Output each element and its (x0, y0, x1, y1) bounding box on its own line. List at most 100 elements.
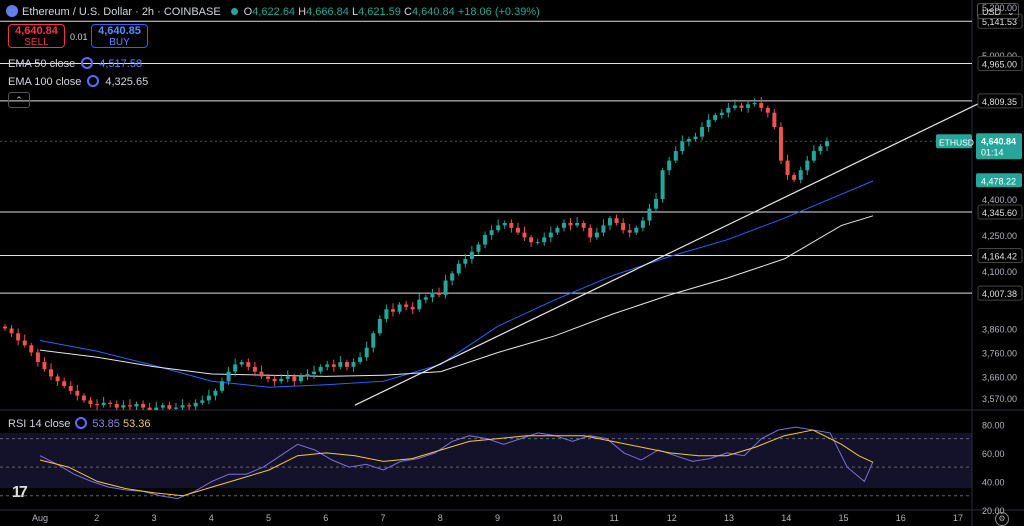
candle-body (390, 309, 395, 312)
countdown-label: 01:14 (981, 147, 1004, 157)
time-tick-label: 3 (152, 513, 157, 523)
candle-body (358, 357, 363, 363)
candle-body (640, 220, 645, 228)
buy-label: BUY (109, 37, 130, 48)
candle-body (22, 340, 27, 346)
candle-body (88, 400, 93, 405)
candle-body (292, 376, 297, 382)
ethereum-icon (6, 5, 18, 17)
candle-body (594, 232, 599, 238)
time-tick-label: 15 (839, 513, 849, 523)
candle-body (443, 280, 448, 295)
sell-button[interactable]: 4,640.84 SELL (8, 24, 65, 48)
spread-value: 0.01 (70, 32, 88, 42)
candle-body (805, 160, 810, 171)
candle-body (55, 376, 60, 382)
price-chart[interactable]: 5,200.005,000.004,400.004,250.004,100.00… (0, 0, 1024, 526)
price-tick-label: 4,400.00 (982, 195, 1017, 205)
candle-body (496, 225, 501, 231)
candle-body (463, 258, 468, 264)
market-open-icon (230, 8, 238, 15)
time-tick-label: 2 (94, 513, 99, 523)
candle-body (259, 371, 264, 377)
chevron-down-icon: ⌄ (1007, 7, 1015, 17)
candle-body (430, 292, 435, 298)
symbol-tag: ETHUSD (939, 137, 974, 147)
candle-body (719, 112, 724, 116)
collapse-legend-button[interactable]: ⌃ (8, 92, 30, 108)
candle-body (561, 222, 566, 228)
tradingview-logo-icon[interactable]: 17 (12, 484, 28, 502)
candle-body (588, 227, 593, 238)
rsi-value: 53.85 (92, 418, 120, 430)
candle-body (101, 402, 106, 406)
candle-body (397, 304, 402, 312)
candle-body (213, 390, 218, 396)
candle-body (121, 405, 126, 408)
buy-price: 4,640.85 (98, 25, 141, 37)
candle-body (752, 103, 757, 105)
settings-icon[interactable] (81, 57, 94, 69)
time-tick-label: 4 (209, 513, 214, 523)
settings-icon[interactable] (87, 75, 100, 87)
candle-body (739, 105, 744, 108)
candle-body (469, 251, 474, 259)
candle-body (818, 146, 823, 152)
rsi-header[interactable]: RSI 14 close 53.85 53.36 (8, 417, 151, 430)
candle-body (660, 170, 665, 200)
candle-body (811, 151, 816, 161)
candle-body (384, 309, 389, 319)
price-tick-label: 3,860.00 (982, 324, 1017, 334)
open-value: 4,622.64 (252, 6, 296, 18)
candle-body (548, 232, 553, 238)
rsi-tick-label: 40.00 (982, 477, 1005, 487)
candle-body (285, 376, 290, 379)
currency-select[interactable]: USD ⌄ (977, 3, 1019, 19)
candle-body (706, 119, 711, 128)
time-tick-label: 11 (610, 513, 619, 523)
time-tick-label: 8 (438, 513, 443, 523)
buy-button[interactable]: 4,640.85 BUY (91, 24, 148, 48)
candle-body (305, 374, 310, 377)
time-tick-label: 12 (667, 513, 677, 523)
gear-icon[interactable]: ⚙ (995, 512, 1009, 526)
indicator-ema100[interactable]: EMA 100 close 4,325.65 (8, 75, 148, 88)
price-tick-label: 4,100.00 (982, 267, 1017, 277)
candle-body (252, 366, 257, 372)
currency-label: USD (982, 7, 1002, 17)
candle-body (456, 263, 461, 274)
candle-body (667, 160, 672, 171)
candle-body (732, 105, 737, 108)
candle-body (568, 222, 573, 226)
settings-icon[interactable] (75, 417, 88, 429)
ema50-label: EMA 50 close (8, 58, 76, 70)
candle-body (364, 347, 369, 358)
candle-body (180, 405, 185, 408)
candle-body (325, 364, 330, 367)
indicator-ema50[interactable]: EMA 50 close 4,517.58 (8, 57, 142, 70)
candle-body (344, 362, 349, 367)
candle-body (351, 362, 356, 367)
candle-body (206, 395, 211, 401)
candle-body (154, 407, 159, 410)
chevron-up-icon: ⌃ (15, 95, 23, 105)
candle-body (220, 381, 225, 391)
candle-body (298, 376, 303, 382)
symbol-title: Ethereum / U.S. Dollar · 2h · COINBASE (22, 6, 221, 18)
time-tick-label: 10 (552, 513, 562, 523)
candle-body (417, 299, 422, 310)
level-label: 4,809.35 (982, 97, 1017, 107)
candle-body (423, 297, 428, 300)
high-value: 4,666.84 (306, 6, 349, 18)
time-tick-label: 6 (323, 513, 328, 523)
candle-body (575, 222, 580, 226)
time-tick-label: 7 (381, 513, 386, 523)
candle-body (680, 141, 685, 152)
candle-body (765, 107, 770, 113)
candle-body (502, 222, 507, 226)
candle-body (476, 244, 481, 252)
time-tick-label: 14 (781, 513, 791, 523)
candle-body (673, 151, 678, 161)
candle-body (75, 390, 80, 396)
candle-body (147, 407, 152, 410)
